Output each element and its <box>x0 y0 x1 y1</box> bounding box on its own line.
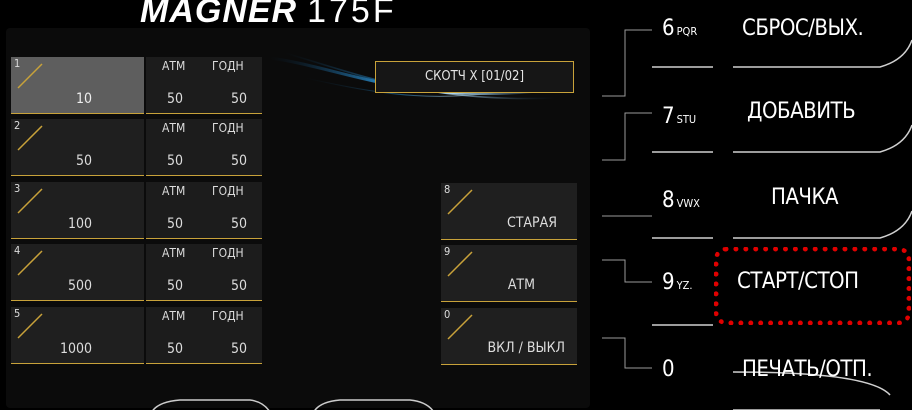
denomination-counts-5: АТМ ГОДН 50 50 <box>146 307 262 364</box>
key-letters: STU <box>676 113 697 126</box>
mode-button-atm[interactable]: 9 АТМ <box>441 245 577 302</box>
bottom-softkey-arcs <box>152 399 434 410</box>
atm-count: 50 <box>167 153 184 169</box>
fit-label: ГОДН <box>212 59 244 73</box>
mode-label: ВКЛ / ВЫКЛ <box>487 340 565 356</box>
key-0[interactable]: 0 <box>662 357 677 382</box>
denomination-button-4[interactable]: 4 500 <box>11 244 144 301</box>
fit-count: 50 <box>231 91 248 107</box>
atm-count: 50 <box>167 341 184 357</box>
denomination-button-2[interactable]: 2 50 <box>11 119 144 176</box>
slash-icon <box>17 125 43 151</box>
atm-label: АТМ <box>162 309 186 323</box>
mode-label: СТАРАЯ <box>506 215 557 231</box>
key-8[interactable]: 8 VWX <box>662 188 700 213</box>
fit-label: ГОДН <box>212 246 244 260</box>
fit-label: ГОДН <box>212 309 244 323</box>
denomination-value: 10 <box>75 91 92 107</box>
slash-icon <box>447 189 473 215</box>
fit-count: 50 <box>231 341 248 357</box>
batch-button[interactable]: ПАЧКА <box>771 185 839 210</box>
denomination-value: 500 <box>67 278 92 294</box>
key-digit: 9 <box>662 270 675 295</box>
slash-icon <box>17 313 43 339</box>
brand-name: MAGNER <box>140 0 298 30</box>
denomination-counts-2: АТМ ГОДН 50 50 <box>146 119 262 176</box>
atm-count: 50 <box>167 278 184 294</box>
fit-label: ГОДН <box>212 184 244 198</box>
slash-icon <box>447 314 473 340</box>
denomination-value: 100 <box>67 216 92 232</box>
denomination-button-1[interactable]: 1 10 <box>11 57 144 114</box>
mode-label: АТМ <box>507 277 535 293</box>
key-7[interactable]: 7 STU <box>662 104 696 129</box>
slash-icon <box>447 251 473 277</box>
atm-label: АТМ <box>162 121 186 135</box>
atm-label: АТМ <box>162 59 186 73</box>
tape-status: СКОТЧ Х [01/02] <box>375 61 574 93</box>
atm-count: 50 <box>167 216 184 232</box>
model-name: 175F <box>307 0 397 30</box>
mode-button-onoff[interactable]: 0 ВКЛ / ВЫКЛ <box>441 308 577 365</box>
denomination-counts-1: АТМ ГОДН 50 50 <box>146 57 262 114</box>
slash-icon <box>17 250 43 276</box>
add-button[interactable]: ДОБАВИТЬ <box>747 99 856 124</box>
key-digit: 7 <box>662 104 675 129</box>
atm-label: АТМ <box>162 184 186 198</box>
fit-label: ГОДН <box>212 121 244 135</box>
denomination-value: 1000 <box>59 341 92 357</box>
key-6[interactable]: 6 PQR <box>662 16 697 41</box>
key-letters: PQR <box>676 25 698 38</box>
fit-count: 50 <box>231 278 248 294</box>
slash-icon <box>17 188 43 214</box>
denomination-value: 50 <box>75 153 92 169</box>
atm-count: 50 <box>167 91 184 107</box>
key-digit: 0 <box>662 357 675 382</box>
key-letters: VWX <box>676 197 700 210</box>
start-stop-highlight <box>714 247 911 325</box>
print-send-button[interactable]: ПЕЧАТЬ/ОТП. <box>742 357 873 382</box>
device-screen: { "header": {"brand": "MAGNER", "model":… <box>0 0 912 410</box>
key-9[interactable]: 9 YZ. <box>662 270 693 295</box>
key-digit: 6 <box>662 16 675 41</box>
denomination-counts-4: АТМ ГОДН 50 50 <box>146 244 262 301</box>
denomination-button-3[interactable]: 3 100 <box>11 182 144 239</box>
denomination-counts-3: АТМ ГОДН 50 50 <box>146 182 262 239</box>
mode-button-old[interactable]: 8 СТАРАЯ <box>441 183 577 240</box>
reset-exit-button[interactable]: СБРОС/ВЫХ. <box>742 16 864 41</box>
brand-logo: MAGNER 175F <box>140 0 397 31</box>
fit-count: 50 <box>231 216 248 232</box>
atm-label: АТМ <box>162 246 186 260</box>
key-digit: 8 <box>662 188 675 213</box>
denomination-button-5[interactable]: 5 1000 <box>11 307 144 364</box>
fit-count: 50 <box>231 153 248 169</box>
key-letters: YZ. <box>676 279 693 292</box>
slash-icon <box>17 63 43 89</box>
